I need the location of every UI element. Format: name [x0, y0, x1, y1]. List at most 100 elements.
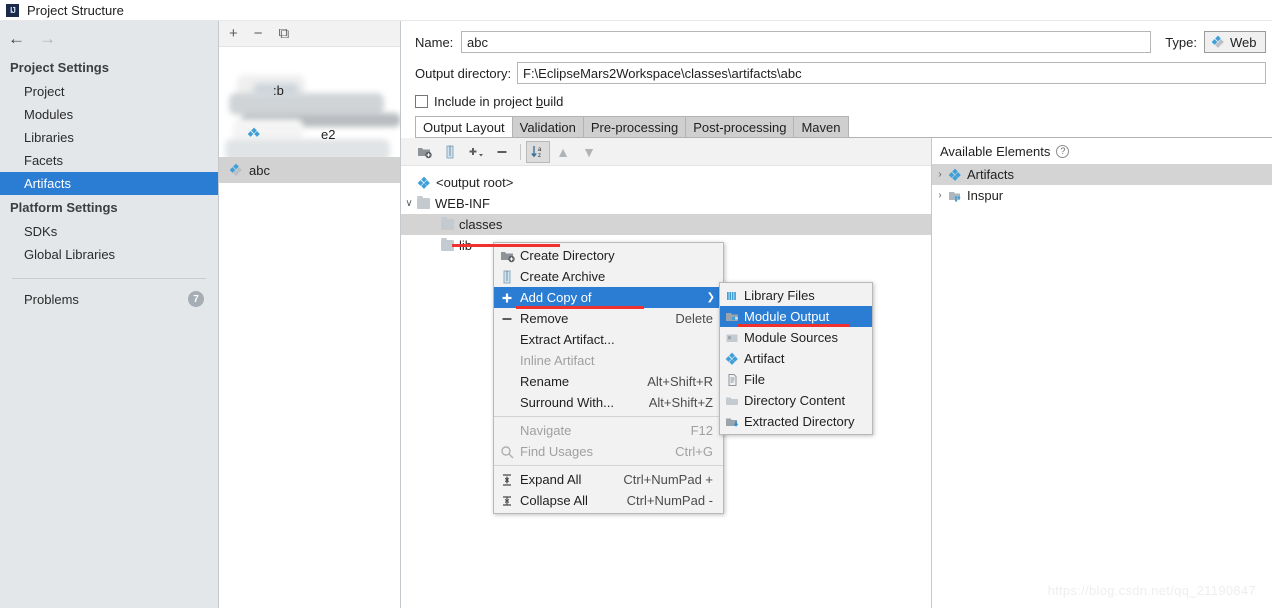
sidebar-item-global-libraries[interactable]: Global Libraries: [0, 243, 218, 266]
tab-maven[interactable]: Maven: [793, 116, 849, 137]
menu-item-create-archive[interactable]: Create Archive: [494, 266, 723, 287]
type-combobox[interactable]: Web: [1204, 31, 1266, 53]
output-directory-label: Output directory:: [415, 65, 512, 81]
tab-validation[interactable]: Validation: [511, 116, 584, 137]
editor-tabs: Output Layout Validation Pre-processing …: [401, 115, 1272, 137]
module-sources-icon: [720, 331, 744, 345]
toolbar-separator: [520, 143, 521, 160]
file-icon: [720, 373, 744, 387]
expand-all-icon: [494, 473, 520, 487]
submenu-item-module-sources[interactable]: Module Sources: [720, 327, 872, 348]
artifact-name-3: abc: [249, 162, 270, 178]
sidebar-nav-bar: ← →: [0, 21, 218, 55]
add-copy-of-submenu: Library Files Module Output Module Sourc…: [719, 282, 873, 435]
tree-label: <output root>: [436, 175, 514, 190]
sidebar-item-sdks[interactable]: SDKs: [0, 220, 218, 243]
tab-pre-processing[interactable]: Pre-processing: [582, 116, 687, 137]
tree-row-web-inf[interactable]: ∨ WEB-INF: [401, 193, 931, 214]
menu-item-navigate: Navigate F12: [494, 420, 723, 441]
menu-item-remove[interactable]: Remove Delete: [494, 308, 723, 329]
tree-row-classes[interactable]: classes: [401, 214, 931, 235]
submenu-item-label: Module Sources: [744, 330, 838, 345]
tab-post-processing[interactable]: Post-processing: [685, 116, 795, 137]
menu-item-create-directory[interactable]: Create Directory: [494, 245, 723, 266]
sidebar-item-libraries[interactable]: Libraries: [0, 126, 218, 149]
available-row-label: Artifacts: [967, 167, 1014, 182]
tree-label: classes: [459, 217, 503, 232]
submenu-item-directory-content[interactable]: Directory Content: [720, 390, 872, 411]
remove-artifact-button[interactable]: −: [254, 26, 263, 41]
menu-item-shortcut: Alt+Shift+Z: [648, 395, 713, 410]
menu-item-label: Find Usages: [520, 444, 593, 459]
submenu-item-file[interactable]: File: [720, 369, 872, 390]
chevron-right-icon[interactable]: ›: [932, 169, 948, 180]
artifact-icon: [229, 163, 243, 177]
menu-item-label: Remove: [520, 311, 569, 326]
menu-item-extract-artifact[interactable]: Extract Artifact...: [494, 329, 723, 350]
search-icon: [494, 445, 520, 459]
menu-item-label: Expand All: [520, 472, 582, 487]
menu-item-label: Surround With...: [520, 395, 614, 410]
list-item[interactable]: :b: [219, 77, 400, 103]
submenu-item-label: Artifact: [744, 351, 785, 366]
context-menu: Create Directory Create Archive Add Copy…: [493, 242, 724, 514]
sort-alphabetically-button[interactable]: az: [526, 140, 550, 163]
sidebar-section-project-settings-heading: Project Settings: [10, 60, 109, 75]
help-icon[interactable]: ?: [1056, 144, 1070, 158]
sidebar-item-facets[interactable]: Facets: [0, 149, 218, 172]
tab-output-layout[interactable]: Output Layout: [415, 116, 513, 137]
submenu-item-label: File: [744, 372, 765, 387]
menu-item-surround-with[interactable]: Surround With... Alt+Shift+Z: [494, 392, 723, 413]
svg-text:z: z: [538, 153, 541, 159]
sidebar-item-problems[interactable]: Problems 7: [0, 279, 218, 307]
output-directory-input[interactable]: [517, 62, 1266, 84]
chevron-right-icon[interactable]: ›: [932, 190, 948, 201]
sidebar-item-project[interactable]: Project: [0, 80, 218, 103]
copy-artifact-button[interactable]: ⧉: [279, 26, 290, 41]
create-directory-button[interactable]: [411, 141, 437, 163]
menu-item-rename[interactable]: Rename Alt+Shift+R: [494, 371, 723, 392]
name-label: Name:: [415, 34, 454, 50]
menu-item-add-copy-of[interactable]: Add Copy of ❯: [494, 287, 723, 308]
list-item-selected[interactable]: abc: [219, 157, 400, 183]
menu-item-label: Add Copy of: [520, 290, 592, 305]
menu-item-label: Rename: [520, 374, 570, 389]
menu-item-collapse-all[interactable]: Collapse All Ctrl+NumPad -: [494, 490, 723, 511]
add-copy-button[interactable]: [463, 141, 489, 163]
submenu-item-library-files[interactable]: Library Files: [720, 285, 872, 306]
include-in-build-checkbox[interactable]: [415, 94, 428, 108]
watermark: https://blog.csdn.net/qq_21190847: [1047, 583, 1256, 598]
menu-item-label: Collapse All: [520, 493, 588, 508]
menu-item-expand-all[interactable]: Expand All Ctrl+NumPad +: [494, 469, 723, 490]
available-elements-panel: Available Elements ? › Artifacts › Inspu…: [932, 138, 1272, 608]
submenu-item-extracted-directory[interactable]: Extracted Directory: [720, 411, 872, 432]
available-row-inspur[interactable]: › Inspur: [932, 185, 1272, 206]
collapse-all-icon: [494, 494, 520, 508]
minus-icon: [494, 312, 520, 326]
remove-button[interactable]: [489, 141, 515, 163]
menu-item-find-usages: Find Usages Ctrl+G: [494, 441, 723, 462]
arrow-right-icon[interactable]: →: [39, 30, 56, 47]
menu-item-label: Navigate: [520, 423, 572, 438]
menu-item-label: Inline Artifact: [520, 353, 595, 368]
menu-item-shortcut: Alt+Shift+R: [647, 374, 713, 389]
add-artifact-button[interactable]: +: [229, 26, 238, 41]
chevron-down-icon[interactable]: ∨: [401, 198, 417, 209]
name-input[interactable]: [461, 31, 1152, 53]
submenu-item-artifact[interactable]: Artifact: [720, 348, 872, 369]
create-archive-button[interactable]: [437, 141, 463, 163]
artifact-name-2: e2: [321, 126, 336, 142]
annotation-underline-module-output: [737, 324, 850, 327]
tree-row-output-root[interactable]: <output root>: [401, 172, 931, 193]
move-up-button[interactable]: ▲: [550, 141, 576, 163]
include-in-build-row[interactable]: Include in project build: [401, 89, 1272, 113]
available-row-artifacts[interactable]: › Artifacts: [932, 164, 1272, 185]
arrow-left-icon[interactable]: ←: [8, 30, 25, 47]
menu-separator: [494, 465, 723, 466]
sidebar-item-modules[interactable]: Modules: [0, 103, 218, 126]
submenu-item-label: Directory Content: [744, 393, 846, 408]
sidebar-item-artifacts[interactable]: Artifacts: [0, 172, 218, 195]
list-item[interactable]: e2: [219, 121, 400, 147]
menu-separator: [494, 416, 723, 417]
move-down-button[interactable]: ▼: [576, 141, 602, 163]
